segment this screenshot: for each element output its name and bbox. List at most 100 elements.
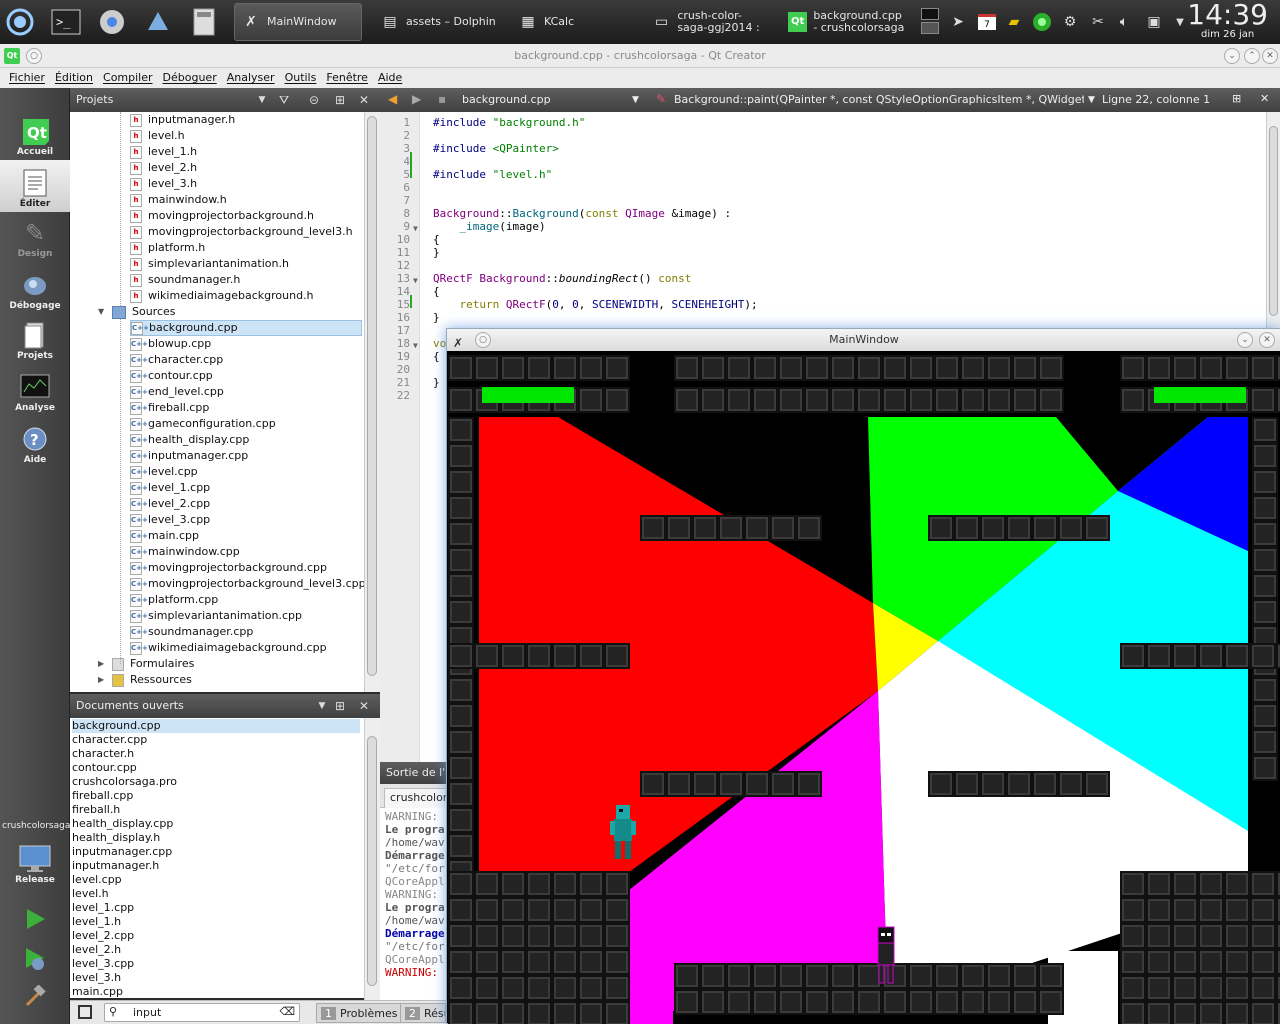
open-document-item[interactable]: inputmanager.h <box>72 859 159 873</box>
tree-item[interactable]: h soundmanager.h <box>130 272 240 288</box>
menu-analyser[interactable]: Analyser <box>222 68 280 88</box>
status-ok-icon[interactable] <box>1032 12 1052 32</box>
toggle-sidebar-icon[interactable] <box>78 1005 92 1019</box>
mode-edit[interactable]: Éditer <box>0 160 70 212</box>
open-document-item[interactable]: level_1.cpp <box>72 901 134 915</box>
task-dolphin[interactable]: ▤ assets – Dolphin <box>374 3 506 41</box>
tree-expand-arrow-icon[interactable]: ▶ <box>98 672 104 688</box>
kde-menu-icon[interactable] <box>4 6 36 38</box>
open-documents-title[interactable]: Documents ouverts <box>76 699 184 712</box>
open-document-item[interactable]: level_1.h <box>72 915 121 929</box>
window-menu-button[interactable]: ○ <box>475 332 491 348</box>
tree-item[interactable]: h level_3.h <box>130 176 197 192</box>
output-tab[interactable]: crushcolors <box>384 788 448 808</box>
kde-bird-launcher-icon[interactable] <box>142 6 174 38</box>
calculator-launcher-icon[interactable] <box>188 6 220 38</box>
tree-item[interactable]: C++ end_level.cpp <box>130 384 224 400</box>
battery-icon[interactable]: ▣ <box>1144 12 1164 32</box>
folder-icon[interactable]: ▰ <box>1004 12 1024 32</box>
scroll-thumb[interactable] <box>367 736 377 986</box>
clock[interactable]: 14:39 dim 26 jan <box>1187 0 1268 40</box>
tree-item[interactable]: C++ movingprojectorbackground.cpp <box>130 560 327 576</box>
tree-item[interactable]: C++ health_display.cpp <box>130 432 249 448</box>
open-document-item[interactable]: inputmanager.cpp <box>72 845 172 859</box>
mode-help[interactable]: ? Aide <box>0 418 70 468</box>
menu-fichier[interactable]: Fichier <box>4 68 50 88</box>
task-konsole[interactable]: ▭ crush-color-saga-ggj2014 : bash – K <box>646 3 776 41</box>
calendar-icon[interactable]: 7 <box>976 12 998 32</box>
tree-item[interactable]: C++ gameconfiguration.cpp <box>130 416 276 432</box>
terminal-launcher-icon[interactable]: >_ <box>50 6 82 38</box>
task-mainwindow[interactable]: ✗ MainWindow <box>234 3 362 41</box>
project-tree-scrollbar[interactable] <box>364 112 380 692</box>
tree-item[interactable]: C++ platform.cpp <box>130 592 218 608</box>
game-window[interactable]: ✗ ○ MainWindow ⌄ ✕ <box>446 328 1280 1024</box>
kit-selector[interactable]: Release <box>0 836 70 888</box>
run-button[interactable] <box>0 900 70 938</box>
menu-aide[interactable]: Aide <box>373 68 407 88</box>
editor-scrollbar[interactable] <box>1266 112 1280 328</box>
tree-item[interactable]: C++ soundmanager.cpp <box>130 624 253 640</box>
tree-item[interactable]: C++ blowup.cpp <box>130 336 211 352</box>
projects-panel-title[interactable]: Projets <box>76 93 113 106</box>
tree-item[interactable]: h movingprojectorbackground_level3.h <box>130 224 353 240</box>
mode-analyze[interactable]: Analyse <box>0 366 70 416</box>
tree-item[interactable]: C++ contour.cpp <box>130 368 213 384</box>
tree-item[interactable]: h level_1.h <box>130 144 197 160</box>
tree-folder-resources[interactable]: ▶ Ressources <box>98 672 192 688</box>
tree-item[interactable]: h movingprojectorbackground.h <box>130 208 314 224</box>
tree-item[interactable]: h wikimediaimagebackground.h <box>130 288 314 304</box>
menu-edition[interactable]: Édition <box>50 68 98 88</box>
tree-item[interactable]: C++ wikimediaimagebackground.cpp <box>130 640 327 656</box>
split-icon[interactable]: ⊞ <box>332 92 348 108</box>
open-document-item[interactable]: health_display.h <box>72 831 160 845</box>
tree-item[interactable]: h mainwindow.h <box>130 192 227 208</box>
menu-outils[interactable]: Outils <box>280 68 322 88</box>
tree-item[interactable]: C++ movingprojectorbackground_level3.cpp <box>130 576 364 592</box>
menu-fenetre[interactable]: Fenêtre <box>321 68 373 88</box>
tree-item-selected[interactable]: C++ background.cpp <box>130 320 362 336</box>
window-menu-button[interactable]: ○ <box>26 48 42 64</box>
open-document-item[interactable]: health_display.cpp <box>72 817 173 831</box>
tree-item[interactable]: h level.h <box>130 128 185 144</box>
tree-folder-sources[interactable]: ▼ Sources <box>98 304 176 320</box>
pager-icon[interactable] <box>920 6 940 36</box>
open-document-item[interactable]: crushcolorsaga.pro <box>72 775 177 789</box>
debug-run-button[interactable] <box>0 940 70 978</box>
filter-icon[interactable]: ⛛ <box>276 92 292 108</box>
open-document-item[interactable]: character.h <box>72 747 134 761</box>
forward-arrow-icon[interactable]: ▶ <box>412 92 421 106</box>
tree-item[interactable]: C++ level_3.cpp <box>130 512 210 528</box>
open-document-item[interactable]: level_2.cpp <box>72 929 134 943</box>
maximize-button[interactable]: ⌃ <box>1244 48 1260 64</box>
open-document-item[interactable]: fireball.cpp <box>72 789 133 803</box>
open-document-item[interactable]: level_3.h <box>72 971 121 985</box>
tree-item[interactable]: C++ main.cpp <box>130 528 199 544</box>
close-button[interactable]: ✕ <box>1262 48 1278 64</box>
tree-item[interactable]: C++ character.cpp <box>130 352 223 368</box>
chrome-launcher-icon[interactable] <box>96 6 128 38</box>
settings-icon[interactable]: ⚙ <box>1060 12 1080 32</box>
dropdown-arrow-icon[interactable]: ▼ <box>632 88 639 112</box>
open-document-item[interactable]: level.h <box>72 887 109 901</box>
dropdown-arrow-icon[interactable]: ▼ <box>1088 88 1095 112</box>
tree-item[interactable]: C++ level.cpp <box>130 464 198 480</box>
fold-arrow-icon[interactable]: ▼ <box>413 341 418 350</box>
fold-arrow-icon[interactable]: ▼ <box>413 276 418 285</box>
split-icon[interactable]: ⊞ <box>1232 92 1241 105</box>
open-document-item[interactable]: level_3.cpp <box>72 957 134 971</box>
tree-expand-arrow-icon[interactable]: ▼ <box>98 304 104 320</box>
menu-compiler[interactable]: Compiler <box>98 68 158 88</box>
tree-item[interactable]: h platform.h <box>130 240 205 256</box>
tree-folder-forms[interactable]: ▶ Formulaires <box>98 656 194 672</box>
tree-item[interactable]: h inputmanager.h <box>130 112 235 128</box>
minimize-button[interactable]: ⌄ <box>1237 332 1253 348</box>
task-kcalc[interactable]: ▦ KCalc <box>512 3 632 41</box>
open-document-item[interactable]: main.cpp <box>72 985 123 998</box>
minimize-button[interactable]: ⌄ <box>1224 48 1240 64</box>
mode-welcome[interactable]: Qt Accueil <box>0 110 70 160</box>
open-docs-scrollbar[interactable] <box>364 718 380 1000</box>
close-button[interactable]: ✕ <box>1259 332 1275 348</box>
open-document-item[interactable]: level_2.h <box>72 943 121 957</box>
tree-item[interactable]: h level_2.h <box>130 160 197 176</box>
